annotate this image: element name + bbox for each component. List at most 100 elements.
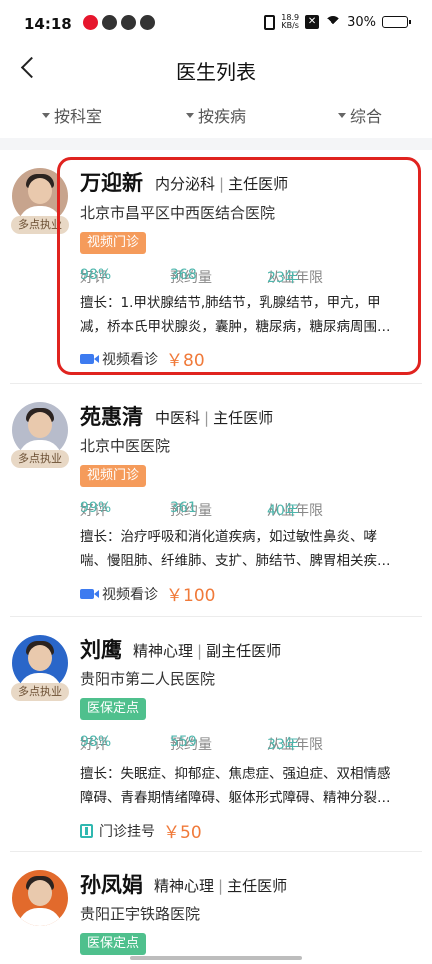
separator: | (218, 877, 224, 895)
caret-down-icon (41, 112, 50, 118)
consult-option[interactable]: 视频看诊 ￥80 (80, 346, 205, 371)
clinic-icon (80, 823, 93, 838)
consult-price: ￥80 (166, 351, 205, 371)
doctor-hospital: 北京中医医院 (80, 437, 171, 455)
bulb-icon (102, 15, 117, 30)
years-value: 33年 (267, 737, 299, 753)
doctor-card[interactable]: 多点执业 刘鹰 精神心理 | 副主任医师 贵阳市第二人民医院 医保定点 好评 98%… (0, 617, 432, 849)
status-bar: 14:18 18.9 KB/s ✕ 30% (0, 0, 432, 50)
filter-bar: 按科室 按疾病 综合 (0, 97, 432, 133)
doctor-department: 精神心理 (154, 877, 215, 895)
consult-option[interactable]: 门诊挂号 ￥50 (80, 818, 202, 843)
separator: | (219, 175, 225, 193)
doctor-department: 精神心理 (133, 642, 194, 660)
battery-icon (382, 16, 411, 28)
insurance-tag: 医保定点 (80, 933, 147, 955)
filter-disease-label: 按疾病 (197, 107, 246, 126)
appointments-value: 559 (170, 734, 197, 750)
consult-price: ￥50 (163, 823, 202, 843)
doctor-hospital: 北京市昌平区中西医结合医院 (80, 204, 276, 222)
video-clinic-tag: 视频门诊 (80, 232, 147, 254)
doctor-name: 刘鹰 (80, 638, 122, 662)
doctor-card[interactable]: 多点执业 万迎新 内分泌科 | 主任医师 北京市昌平区中西医结合医院 视频门诊 好评… (0, 150, 432, 383)
doctor-department-title: 精神心理 | 副主任医师 (133, 640, 281, 661)
consult-label: 门诊挂号 (99, 823, 155, 840)
filter-department[interactable]: 按科室 (0, 97, 144, 133)
multi-practice-badge: 多点执业 (11, 216, 69, 234)
page-title: 医生列表 (176, 60, 256, 84)
insurance-tag: 医保定点 (80, 698, 147, 720)
nav-bar: 医生列表 (0, 50, 432, 90)
video-clinic-tag: 视频门诊 (80, 465, 147, 487)
battery-percent: 30% (347, 14, 376, 30)
specialty-line: 减，桥本氏甲状腺炎，囊肿，糖尿病，糖尿病周围… (80, 319, 391, 335)
doctor-avatar (12, 870, 68, 926)
multi-practice-badge: 多点执业 (11, 683, 69, 701)
status-time: 14:18 (24, 15, 72, 33)
video-camera-icon (80, 353, 99, 364)
separator: | (204, 409, 210, 427)
specialty-line: 擅长：1.甲状腺结节,肺结节，乳腺结节，甲亢，甲 (80, 295, 381, 311)
avatar-coat (18, 908, 62, 926)
specialty-line: 擅长：治疗呼吸和消化道疾病，如过敏性鼻炎、哮 (80, 529, 377, 545)
specialty-line: 障碍、青春期情绪障碍、躯体形式障碍、精神分裂… (80, 790, 391, 806)
doctor-name: 孙凤娟 (80, 873, 143, 897)
consult-option[interactable]: 视频看诊 ￥100 (80, 581, 215, 606)
specialty-line: 擅长：失眠症、抑郁症、焦虑症、强迫症、双相情感 (80, 766, 391, 782)
avatar-face (28, 412, 52, 438)
no-sim-icon: ✕ (305, 15, 320, 29)
status-right: 18.9 KB/s ✕ 30% (264, 14, 411, 30)
doctor-name: 万迎新 (80, 171, 143, 195)
home-indicator[interactable] (130, 956, 302, 960)
doctor-title: 主任医师 (228, 175, 289, 193)
consult-price: ￥100 (166, 586, 216, 606)
avatar-face (28, 880, 52, 906)
notification-icons (83, 15, 155, 30)
appointments-value: 361 (170, 500, 197, 516)
doctor-department-title: 中医科 | 主任医师 (155, 407, 273, 428)
doctor-specialty: 擅长：1.甲状腺结节,肺结节，乳腺结节，甲亢，甲 减，桥本氏甲状腺炎，囊肿，糖尿… (80, 291, 412, 339)
multi-practice-badge: 多点执业 (11, 450, 69, 468)
doctor-department-title: 内分泌科 | 主任医师 (155, 173, 288, 194)
doctor-hospital: 贵阳市第二人民医院 (80, 670, 216, 688)
vibrate-icon (264, 14, 276, 30)
weibo-icon (83, 15, 98, 30)
separator: | (197, 642, 203, 660)
consult-label: 视频看诊 (102, 586, 158, 603)
filter-department-label: 按科室 (53, 107, 102, 126)
wifi-icon (325, 16, 341, 28)
rating-value: 98% (80, 734, 112, 750)
doctor-department: 中医科 (155, 409, 201, 427)
filter-divider (0, 138, 432, 150)
years-value: 40年 (267, 503, 299, 519)
video-camera-icon (80, 588, 99, 599)
doctor-title: 主任医师 (227, 877, 288, 895)
appointments-value: 368 (170, 267, 197, 283)
doctor-specialty: 擅长：治疗呼吸和消化道疾病，如过敏性鼻炎、哮 喘、慢阻肺、纤维肺、支扩、肺结节、… (80, 525, 412, 573)
doctor-card[interactable]: 多点执业 苑惠清 中医科 | 主任医师 北京中医医院 视频门诊 好评 99% 预约量… (0, 384, 432, 616)
filter-disease[interactable]: 按疾病 (144, 97, 288, 133)
doctor-specialty: 擅长：失眠症、抑郁症、焦虑症、强迫症、双相情感 障碍、青春期情绪障碍、躯体形式障… (80, 762, 412, 810)
network-speed-unit: KB/s (281, 21, 299, 30)
doctor-hospital: 贵阳正宇铁路医院 (80, 905, 201, 923)
filter-overall-label: 综合 (349, 107, 382, 126)
pinwheel-icon (140, 15, 155, 30)
years-value: 23年 (267, 270, 299, 286)
caret-down-icon (185, 112, 194, 118)
doctor-title: 主任医师 (213, 409, 274, 427)
doctor-department: 内分泌科 (155, 175, 216, 193)
network-speed: 18.9 KB/s (281, 14, 299, 30)
avatar-face (28, 645, 52, 671)
avatar-face (28, 178, 52, 204)
rating-value: 98% (80, 267, 112, 283)
doctor-title: 副主任医师 (206, 642, 282, 660)
doctor-department-title: 精神心理 | 主任医师 (154, 875, 287, 896)
rating-value: 99% (80, 500, 112, 516)
caret-down-icon (337, 112, 346, 118)
consult-label: 视频看诊 (102, 351, 158, 368)
doctor-name: 苑惠清 (80, 405, 143, 429)
specialty-line: 喘、慢阻肺、纤维肺、支扩、肺结节、脾胃相关疾… (80, 553, 391, 569)
doctor-card[interactable]: 孙凤娟 精神心理 | 主任医师 贵阳正宇铁路医院 医保定点 (0, 852, 432, 964)
tiktok-icon (121, 15, 136, 30)
filter-overall[interactable]: 综合 (288, 97, 432, 133)
